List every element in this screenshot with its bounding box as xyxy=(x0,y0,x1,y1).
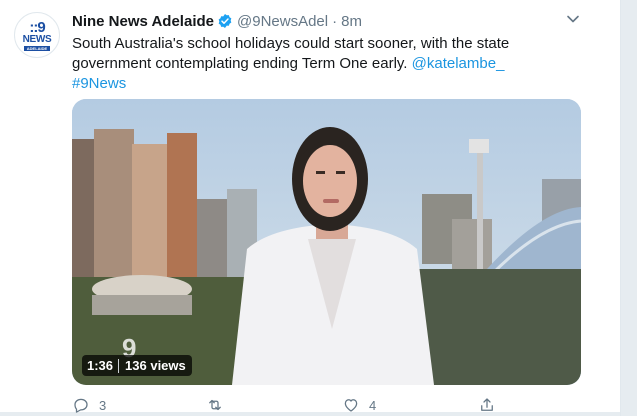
avatar-logo-word: NEWS xyxy=(22,33,52,45)
like-button[interactable]: 4 xyxy=(342,395,376,415)
video-player[interactable]: 9 xyxy=(72,99,581,385)
retweet-icon xyxy=(209,399,221,411)
video-info-badge: 1:36 136 views xyxy=(82,355,192,376)
reply-count: 3 xyxy=(99,397,107,413)
verified-badge-icon xyxy=(218,14,232,28)
header-separator: · xyxy=(332,12,338,30)
author-handle[interactable]: @9NewsAdel xyxy=(237,13,328,30)
avatar[interactable]: ::9 NEWS ADELAIDE xyxy=(14,12,60,58)
mention-link[interactable]: @katelambe_ xyxy=(412,55,505,72)
author-name[interactable]: Nine News Adelaide xyxy=(72,13,214,30)
video-frame: 9 xyxy=(72,99,581,385)
video-views: 136 views xyxy=(125,358,186,373)
reply-button[interactable]: 3 xyxy=(72,395,106,415)
like-count: 4 xyxy=(369,397,377,413)
chevron-down-icon[interactable] xyxy=(566,12,580,26)
reply-icon xyxy=(74,398,88,413)
heart-icon xyxy=(344,399,358,412)
avatar-logo-mark: ::9 xyxy=(29,18,45,36)
retweet-button[interactable] xyxy=(206,395,233,415)
share-button[interactable] xyxy=(478,395,505,415)
tweet-card[interactable]: ::9 NEWS ADELAIDE Nine News Adelaide @9N… xyxy=(0,0,620,415)
share-icon xyxy=(481,398,493,411)
avatar-logo-sub: ADELAIDE xyxy=(23,45,51,51)
tweet-timestamp[interactable]: 8m xyxy=(341,13,362,30)
tweet-actions: 3 4 xyxy=(72,395,592,415)
hashtag-link[interactable]: #9News xyxy=(72,75,126,92)
tweet-text: South Australia's school holidays could … xyxy=(72,34,592,94)
scrollbar-track[interactable] xyxy=(620,0,637,416)
video-duration: 1:36 xyxy=(87,358,114,373)
tweet-header: Nine News Adelaide @9NewsAdel · 8m xyxy=(72,11,362,31)
